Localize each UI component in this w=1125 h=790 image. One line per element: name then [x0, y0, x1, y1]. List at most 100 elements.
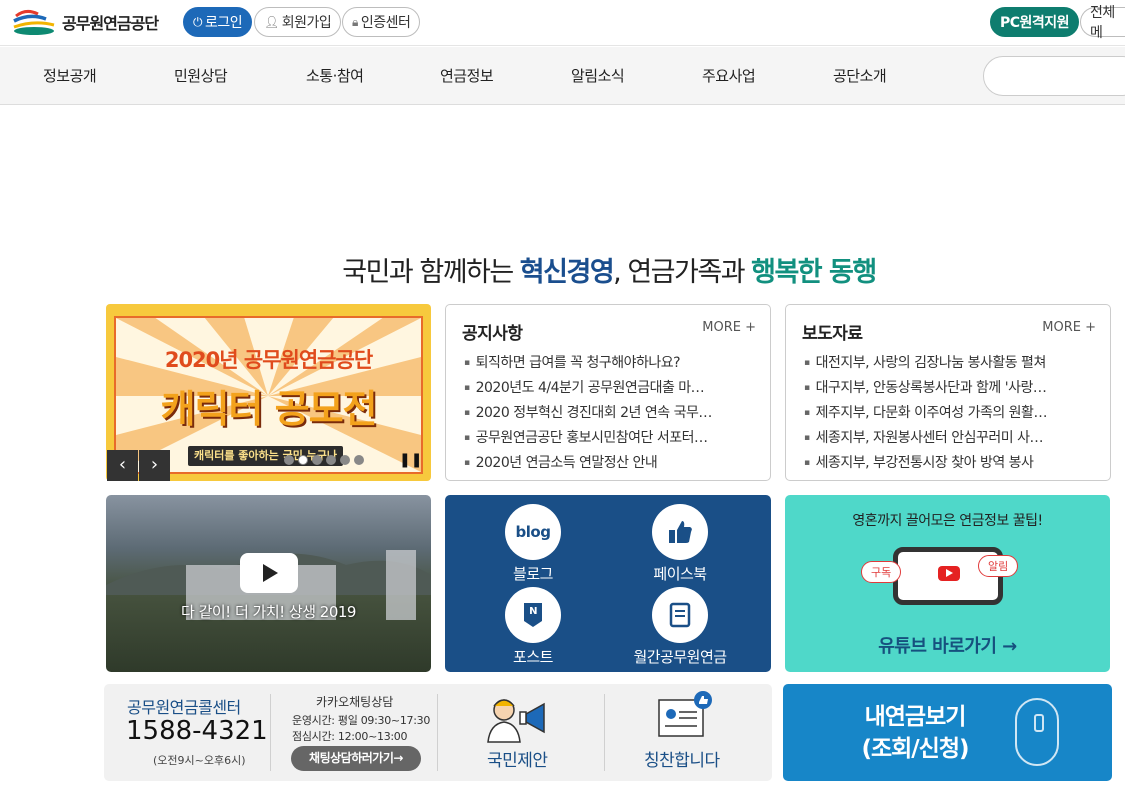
- pc-remote-support-button[interactable]: PC원격지원: [990, 7, 1080, 37]
- banner-dot[interactable]: [326, 455, 336, 465]
- nav-item-about[interactable]: 공단소개: [833, 65, 887, 86]
- post-label: 포스트: [513, 648, 553, 666]
- blog-label: 블로그: [513, 565, 553, 583]
- notice-list: 퇴직하면 급여를 꼭 청구해야하나요? 2020년도 4/4분기 공무원연금대출…: [464, 351, 756, 476]
- youtube-headline: 영혼까지 끌어모은 연금정보 꿀팁!: [852, 513, 1043, 529]
- banner-title-line2: 캐릭터 공모전: [160, 387, 378, 431]
- press-more-link[interactable]: MORE +: [1042, 320, 1096, 335]
- list-item[interactable]: 세종지부, 부강전통시장 찾아 방역 봉사: [804, 451, 1096, 476]
- praise-link[interactable]: 칭찬합니다: [644, 746, 720, 771]
- banner-dot[interactable]: [284, 455, 294, 465]
- banner-pause-button[interactable]: ❚❚: [399, 452, 422, 468]
- my-pension-text: 내연금보기 (조회/신청): [845, 701, 985, 765]
- notice-more-link[interactable]: MORE +: [702, 320, 756, 335]
- call-center-label: 공무원연금콜센터: [127, 698, 241, 717]
- alarm-tag: 알림: [978, 555, 1019, 577]
- logo[interactable]: 공무원연금공단: [12, 8, 159, 36]
- play-icon[interactable]: [240, 553, 298, 593]
- list-item[interactable]: 공무원연금공단 홍보시민참여단 서포터…: [464, 426, 756, 451]
- banner-next-button[interactable]: ›: [139, 450, 170, 481]
- my-pension-button[interactable]: 내연금보기 (조회/신청): [783, 684, 1112, 781]
- banner-dot[interactable]: [354, 455, 364, 465]
- blog-link[interactable]: blog 블로그: [498, 504, 568, 584]
- youtube-panel[interactable]: 영혼까지 끌어모은 연금정보 꿀팁! 구독 알림 유튜브 바로가기 →: [785, 495, 1110, 672]
- notice-title: 공지사항: [462, 324, 523, 344]
- proposal-link[interactable]: 국민제안: [487, 746, 548, 771]
- login-button[interactable]: ⏻ 로그인: [183, 7, 253, 37]
- power-icon: ⏻: [193, 14, 203, 29]
- cert-label: 인증센터: [360, 15, 411, 31]
- video-caption: 다 같이! 더 가치! 상생 2019: [181, 603, 356, 621]
- headline: 국민과 함께하는 혁신경영, 연금가족과 행복한 동행: [0, 250, 1125, 289]
- logo-text: 공무원연금공단: [62, 14, 159, 33]
- naver-post-icon: N: [505, 587, 561, 643]
- headline-part2: 혁신경영: [519, 257, 615, 288]
- press-title: 보도자료: [802, 324, 863, 344]
- list-item[interactable]: 2020년도 4/4분기 공무원연금대출 마…: [464, 376, 756, 401]
- press-list: 대전지부, 사랑의 김장나눔 봉사활동 펼쳐 대구지부, 안동상록봉사단과 함께…: [804, 351, 1096, 476]
- call-center-hours: (오전9시~오후6시): [153, 754, 246, 767]
- logo-mark-icon: [12, 8, 58, 36]
- mouse-icon: [1015, 698, 1059, 766]
- list-item[interactable]: 퇴직하면 급여를 꼭 청구해야하나요?: [464, 351, 756, 376]
- banner-dot-active[interactable]: [298, 455, 308, 465]
- facebook-link[interactable]: 페이스북: [635, 504, 725, 584]
- monthly-magazine-link[interactable]: 월간공무원연금: [610, 587, 750, 667]
- all-menu-button[interactable]: 전체메: [1080, 5, 1125, 41]
- banner-prev-button[interactable]: ‹: [107, 450, 138, 481]
- proposal-icon[interactable]: [482, 692, 562, 748]
- praise-icon[interactable]: [657, 690, 715, 744]
- person-icon: 👤︎: [264, 15, 279, 29]
- list-item[interactable]: 제주지부, 다문화 이주여성 가족의 원활…: [804, 401, 1096, 426]
- call-center-number: 1588-4321: [126, 716, 268, 746]
- kakao-chat-button[interactable]: 채팅상담하러가기→: [291, 746, 421, 771]
- nav-item-main-business[interactable]: 주요사업: [702, 65, 756, 86]
- lock-icon: 🔒︎: [352, 14, 358, 29]
- divider: [604, 694, 605, 771]
- nav-item-pension-info[interactable]: 연금정보: [440, 65, 494, 86]
- login-label: 로그인: [205, 15, 243, 31]
- list-item[interactable]: 대전지부, 사랑의 김장나눔 봉사활동 펼쳐: [804, 351, 1096, 376]
- main-nav: 정보공개 민원상담 소통·참여 연금정보 알림소식 주요사업 공단소개: [0, 47, 1125, 105]
- post-icon-text: N: [524, 603, 542, 627]
- headline-part3: , 연금가족과: [613, 257, 752, 288]
- kakao-lunch: 점심시간: 12:00~13:00: [292, 730, 408, 743]
- nav-item-civil-consult[interactable]: 민원상담: [174, 65, 228, 86]
- blog-icon: blog: [505, 504, 561, 560]
- certificate-center-button[interactable]: 🔒︎ 인증센터: [342, 7, 421, 37]
- monthly-label: 월간공무원연금: [633, 648, 727, 666]
- list-item[interactable]: 2020 정부혁신 경진대회 2년 연속 국무…: [464, 401, 756, 426]
- youtube-play-icon: [938, 566, 960, 581]
- nav-item-info-disclosure[interactable]: 정보공개: [43, 65, 97, 86]
- subscribe-tag: 구독: [861, 561, 902, 583]
- headline-part4: 행복한 동행: [751, 257, 877, 288]
- list-item[interactable]: 대구지부, 안동상록봉사단과 함께 '사랑…: [804, 376, 1096, 401]
- kakao-chat-title: 카카오채팅상담: [316, 695, 394, 709]
- banner-pagination: [284, 455, 364, 465]
- nav-item-communication[interactable]: 소통·참여: [306, 65, 364, 86]
- notice-board: 공지사항 MORE + 퇴직하면 급여를 꼭 청구해야하나요? 2020년도 4…: [445, 304, 771, 481]
- post-link[interactable]: N 포스트: [498, 587, 568, 667]
- banner-dot[interactable]: [312, 455, 322, 465]
- facebook-label: 페이스북: [653, 565, 707, 583]
- promo-video[interactable]: 다 같이! 더 가치! 상생 2019: [106, 495, 431, 672]
- book-icon: [652, 587, 708, 643]
- banner-dot[interactable]: [340, 455, 350, 465]
- my-pension-line1: 내연금보기: [864, 704, 967, 730]
- youtube-link[interactable]: 유튜브 바로가기 →: [785, 632, 1110, 658]
- contact-bar: 공무원연금콜센터 1588-4321 (오전9시~오후6시) 카카오채팅상담 운…: [104, 684, 772, 781]
- pc-remote-label: PC원격지원: [1000, 15, 1070, 31]
- list-item[interactable]: 세종지부, 자원봉사센터 안심꾸러미 사…: [804, 426, 1096, 451]
- headline-part1: 국민과 함께하는: [342, 257, 520, 288]
- banner-title-line1: 2020년 공무원연금공단: [164, 348, 373, 372]
- nav-item-news[interactable]: 알림소식: [571, 65, 625, 86]
- list-item[interactable]: 2020년 연금소득 연말정산 안내: [464, 451, 756, 476]
- signup-label: 회원가입: [281, 15, 332, 31]
- signup-button[interactable]: 👤︎ 회원가입: [254, 7, 342, 37]
- sns-panel: blog 블로그 페이스북 N 포스트 월간공무원연금: [445, 495, 771, 672]
- thumbs-up-icon: [652, 504, 708, 560]
- kakao-hours: 운영시간: 평일 09:30~17:30: [292, 714, 431, 727]
- search-input[interactable]: [983, 56, 1125, 96]
- press-board: 보도자료 MORE + 대전지부, 사랑의 김장나눔 봉사활동 펼쳐 대구지부,…: [785, 304, 1111, 481]
- divider: [270, 694, 271, 771]
